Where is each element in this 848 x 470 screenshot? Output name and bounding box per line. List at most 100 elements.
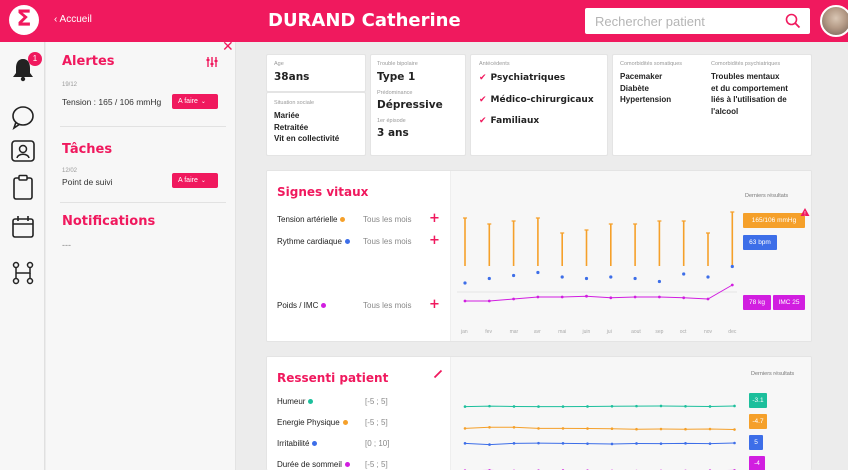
search-input[interactable]: Rechercher patient (595, 14, 705, 29)
search-box[interactable]: Rechercher patient (585, 8, 810, 34)
weight-point (706, 297, 710, 301)
weight-point (512, 297, 515, 301)
alert-date: 19/12 (62, 82, 78, 88)
checkmark-icon: ✔ (479, 95, 487, 105)
weight-point (730, 283, 734, 287)
ressenti-row-label: Humeur (277, 397, 314, 406)
divider (60, 202, 226, 203)
vital-row-label: Tension artérielle (277, 215, 346, 224)
todo-label: A faire (178, 177, 198, 184)
irritabilite-point (635, 442, 638, 445)
chat-bubble-icon[interactable] (10, 104, 36, 130)
irritabilite-point (512, 442, 516, 445)
energie-line (464, 426, 735, 431)
taches-title: Tâches (62, 142, 113, 157)
vital-row-freq: Tous les mois (363, 215, 412, 224)
month-tick-label: fev (485, 329, 492, 335)
irritabilite-point (610, 442, 614, 446)
weight-point (536, 295, 540, 299)
humeur-point (684, 404, 687, 408)
app-logo[interactable]: Σ (9, 5, 39, 35)
irritabilite-point (488, 443, 491, 446)
sommeil-result-tag: -4 (749, 456, 765, 470)
chevron-down-icon: ⌄ (200, 98, 206, 105)
month-tick-label: jui (606, 329, 612, 335)
close-icon[interactable]: ✕ (222, 39, 234, 55)
ressenti-title: Ressenti patient (277, 371, 389, 385)
antecedents-card: Antécédents ✔ Psychiatriques ✔ Médico-chir… (470, 54, 608, 156)
energie-point (512, 425, 516, 429)
heart-rate-point (657, 279, 661, 284)
heart-rate-point (584, 276, 589, 281)
task-todo-dropdown[interactable]: A faire ⌄ (172, 173, 218, 188)
alerts-panel: ✕ Alertes 19/12 Tension : 165 / 106 mmHg… (46, 39, 236, 470)
heart-rate-point (633, 276, 637, 281)
weight-point (658, 295, 661, 299)
humeur-point (463, 405, 467, 408)
humeur-point (610, 404, 614, 408)
psych-line: liés à l'utilisation de (711, 95, 787, 104)
episode-label: 1er épisode (377, 118, 406, 124)
energie-point (488, 425, 491, 429)
social-line: Retraitée (274, 122, 309, 132)
psych-values: Troubles mentaux et du comportement liés… (711, 71, 788, 117)
ressenti-row-label: Durée de sommeil (277, 460, 350, 469)
weight-point (682, 296, 686, 300)
heart-rate-point (512, 273, 516, 278)
month-tick-label: mai (558, 329, 567, 335)
somatic-line: Pacemaker (620, 72, 663, 81)
add-tension-button[interactable]: + (429, 211, 440, 226)
ressenti-row-range: [0 ; 10] (365, 439, 390, 448)
weight-line (465, 284, 733, 302)
antecedents-label: Antécédents (479, 61, 510, 67)
humeur-point (561, 405, 565, 408)
warning-icon: ! (800, 208, 810, 217)
add-heart-rate-button[interactable]: + (429, 233, 440, 248)
ressenti-row-label: Irritabilité (277, 439, 318, 448)
energie-point (586, 427, 589, 430)
month-tick-label: oct (679, 329, 687, 335)
edit-icon[interactable] (433, 369, 443, 379)
alert-count-badge: 1 (28, 52, 42, 66)
calendar-icon[interactable] (10, 214, 36, 240)
heart-rate-point (706, 275, 710, 279)
breadcrumb-home-link[interactable]: ‹ Accueil (54, 14, 92, 25)
series-dot (342, 420, 348, 426)
clipboard-icon[interactable] (10, 174, 36, 200)
weight-point (585, 294, 588, 298)
energie-point (537, 427, 540, 430)
filter-icon[interactable] (206, 56, 218, 68)
vitals-title: Signes vitaux (277, 185, 369, 199)
irritabilite-line (464, 442, 735, 446)
ressenti-row-range: [-5 ; 5] (365, 397, 388, 406)
add-weight-button[interactable]: + (429, 297, 440, 312)
irritabilite-point (561, 442, 565, 445)
heart-rate-result-tag: 63 bpm (743, 235, 777, 250)
social-values: Mariée Retraitée Vit en collectivité (274, 110, 339, 145)
energie-result-tag: -4.7 (749, 414, 767, 429)
social-card: Situation sociale Mariée Retraitée Vit e… (266, 92, 366, 156)
heart-rate-point (560, 275, 564, 279)
task-text: Point de suivi (62, 177, 113, 187)
checkmark-icon: ✔ (479, 73, 487, 83)
energie-point (635, 427, 638, 431)
vitals-chart-area: Derniers résultats 165/106 mmHg ! 63 bpm… (451, 171, 811, 341)
episode-value: 3 ans (377, 127, 409, 139)
comorbidities-card: Comorbidités somatiques Pacemaker Diabèt… (612, 54, 812, 156)
vital-row-label: Rythme cardiaque (277, 237, 350, 246)
social-line: Mariée (274, 111, 300, 120)
weight-point (487, 299, 491, 303)
humeur-point (512, 405, 516, 408)
pathway-icon[interactable] (10, 260, 36, 286)
energie-point (463, 427, 467, 430)
psych-line: l'alcool (711, 106, 739, 116)
energie-point (684, 427, 687, 431)
avatar[interactable] (820, 5, 848, 37)
ressenti-card: Ressenti patient Humeur [-5 ; 5] Energie… (266, 356, 812, 470)
series-dot (344, 462, 350, 468)
contact-card-icon[interactable] (10, 138, 36, 164)
alert-todo-dropdown[interactable]: A faire ⌄ (172, 94, 218, 109)
search-icon[interactable] (784, 12, 802, 30)
irritabilite-point (463, 442, 467, 445)
month-tick-label: aout (631, 329, 641, 335)
